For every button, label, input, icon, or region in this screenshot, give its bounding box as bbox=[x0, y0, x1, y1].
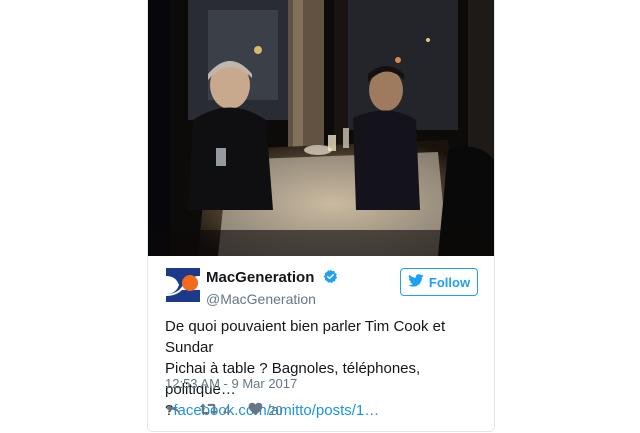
reply-button[interactable] bbox=[165, 402, 181, 419]
reply-icon bbox=[165, 402, 181, 419]
avatar[interactable] bbox=[166, 268, 200, 302]
retweet-icon bbox=[199, 402, 218, 419]
tweet-actions: 4 20 bbox=[165, 400, 301, 420]
verified-badge-icon bbox=[323, 269, 338, 289]
tweet-photo[interactable] bbox=[148, 0, 494, 256]
retweet-button[interactable]: 4 bbox=[199, 402, 230, 419]
follow-label: Follow bbox=[428, 274, 471, 290]
twitter-bird-icon bbox=[408, 274, 424, 290]
tweet-timestamp[interactable]: 12:53 AM - 9 Mar 2017 bbox=[165, 376, 297, 391]
restaurant-photo bbox=[148, 0, 494, 256]
heart-icon bbox=[248, 402, 263, 419]
user-handle[interactable]: @MacGeneration bbox=[206, 289, 338, 309]
retweet-count: 4 bbox=[223, 402, 231, 418]
display-name[interactable]: MacGeneration bbox=[206, 268, 314, 287]
follow-button[interactable]: Follow bbox=[400, 268, 478, 296]
tweet-text-line1: De quoi pouvaient bien parler Tim Cook e… bbox=[165, 318, 446, 356]
tweet-card: MacGeneration @MacGeneration Follow De q… bbox=[147, 0, 495, 432]
macgeneration-logo bbox=[166, 268, 200, 302]
user-info: MacGeneration @MacGeneration bbox=[206, 268, 338, 309]
like-button[interactable]: 20 bbox=[248, 402, 283, 419]
tweet-header: MacGeneration @MacGeneration Follow bbox=[166, 268, 478, 308]
like-count: 20 bbox=[268, 402, 283, 418]
